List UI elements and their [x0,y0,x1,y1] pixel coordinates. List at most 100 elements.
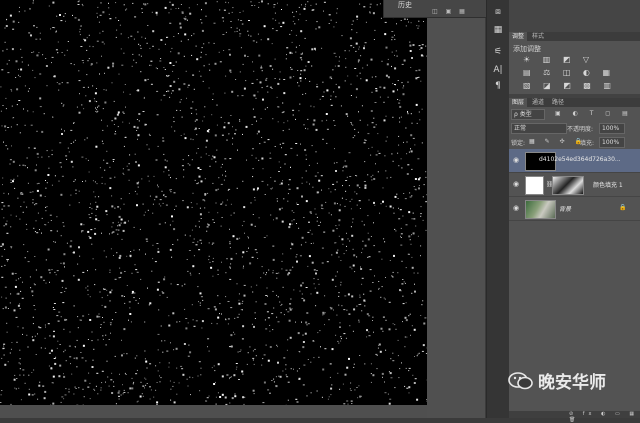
snow-speck [63,373,64,374]
tab-styles[interactable]: 样式 [529,32,547,41]
layer-row-image[interactable]: ◉ d4102e54ed364d726a30... [509,149,640,173]
snow-speck [391,275,392,276]
layer-name[interactable]: d4102e54ed364d726a30... [539,156,621,163]
snow-speck [31,372,32,373]
snow-speck [331,254,332,255]
snow-speck [28,347,29,348]
snow-speck [236,253,237,254]
snow-speck [255,249,257,250]
visibility-eye-icon[interactable]: ◉ [513,180,519,188]
snow-speck [89,100,91,102]
adjustment-icons-row-2[interactable]: ▤ ⚖ ◫ ◐ ▦ [523,68,615,77]
tab-paths[interactable]: 路径 [549,98,567,107]
snow-speck [124,204,125,205]
opacity-field[interactable]: 100% [599,123,625,134]
snow-speck [3,344,5,345]
snow-speck [165,222,166,223]
snow-speck [66,319,67,320]
history-panel[interactable]: 历史 ◫ ▣ ▦ [383,0,487,18]
tool-preset-icon[interactable]: ⚟ [489,44,507,60]
snow-speck [102,141,103,142]
snow-speck [109,14,110,15]
snow-speck [214,23,216,24]
snow-speck [209,155,210,156]
snow-speck [52,117,53,118]
adjustment-icons-row-1[interactable]: ☀ ▥ ◩ ▽ [523,55,594,64]
snow-speck [301,54,303,55]
snow-speck [181,4,182,5]
snow-speck [313,119,315,121]
snow-speck [52,27,54,28]
layer-kind-filter[interactable]: ρ 类型 [511,109,545,120]
tab-channels[interactable]: 通道 [529,98,547,107]
snow-speck [278,296,279,297]
snow-speck [228,2,229,3]
snow-speck [51,220,52,221]
snow-speck [391,39,392,40]
snow-speck [226,205,227,206]
layer-row-background[interactable]: ◉ 背景 🔒 [509,197,640,221]
snow-speck [280,71,281,72]
snow-speck [423,196,424,197]
snow-speck [28,261,30,262]
snow-speck [53,376,55,378]
snow-speck [162,191,163,192]
layer-row-color-fill[interactable]: ◉ ⛓ 颜色填充 1 [509,173,640,197]
snow-speck [300,285,302,287]
snow-speck [196,153,197,154]
snow-speck [196,114,197,115]
snow-speck [228,49,230,50]
layer-name[interactable]: 背景 [559,204,571,213]
snow-speck [225,397,227,399]
snow-speck [8,193,9,194]
snow-speck [114,208,115,209]
layer-name[interactable]: 颜色填充 1 [593,180,623,189]
tab-layers[interactable]: 图层 [509,98,527,107]
snow-speck [308,61,310,63]
snow-speck [325,312,326,313]
history-panel-icons[interactable]: ◫ ▣ ▦ [432,8,468,15]
snow-speck [58,90,59,91]
tab-adjustments[interactable]: 调整 [509,32,527,41]
visibility-eye-icon[interactable]: ◉ [513,204,519,212]
snow-speck [231,27,232,28]
snow-speck [245,80,246,81]
snow-speck [290,337,292,339]
brush-preset-icon[interactable]: ⧈ [489,4,507,20]
snow-speck [95,228,96,229]
swatch-icon[interactable]: ▦ [489,22,507,38]
paragraph-icon[interactable]: ¶ [489,78,507,94]
snow-speck [312,9,314,10]
snow-speck [37,131,38,132]
character-icon[interactable]: A| [489,62,507,78]
snow-speck [256,121,257,122]
snow-speck [322,263,324,264]
visibility-eye-icon[interactable]: ◉ [513,156,519,164]
snow-speck [221,226,222,227]
snow-speck [88,60,89,61]
snow-speck [60,292,62,293]
snow-speck [27,158,28,159]
adjustment-icons-row-3[interactable]: ▧ ◪ ◩ ▩ ▥ [523,81,616,90]
snow-speck [72,166,73,167]
layer-filter-icons[interactable]: ▣ ◐ T ◻ ▤ [555,110,633,117]
snow-speck [125,137,126,138]
snow-speck [300,81,301,82]
snow-speck [145,38,146,39]
snow-speck [37,153,39,155]
snow-speck [384,155,385,156]
snow-speck [63,376,65,378]
image-canvas[interactable] [0,0,427,405]
snow-speck [149,65,150,66]
snow-speck [257,190,258,191]
lock-icons[interactable]: ▦ ✎ ✣ 🔒 [529,138,586,145]
fill-field[interactable]: 100% [599,137,625,148]
snow-speck [366,336,367,337]
snow-speck [266,86,267,87]
snow-speck [50,28,51,29]
snow-speck [172,4,174,6]
snow-speck [95,146,97,148]
snow-speck [237,28,238,29]
blend-mode-select[interactable]: 正常 [511,123,567,134]
snow-speck [32,339,34,341]
